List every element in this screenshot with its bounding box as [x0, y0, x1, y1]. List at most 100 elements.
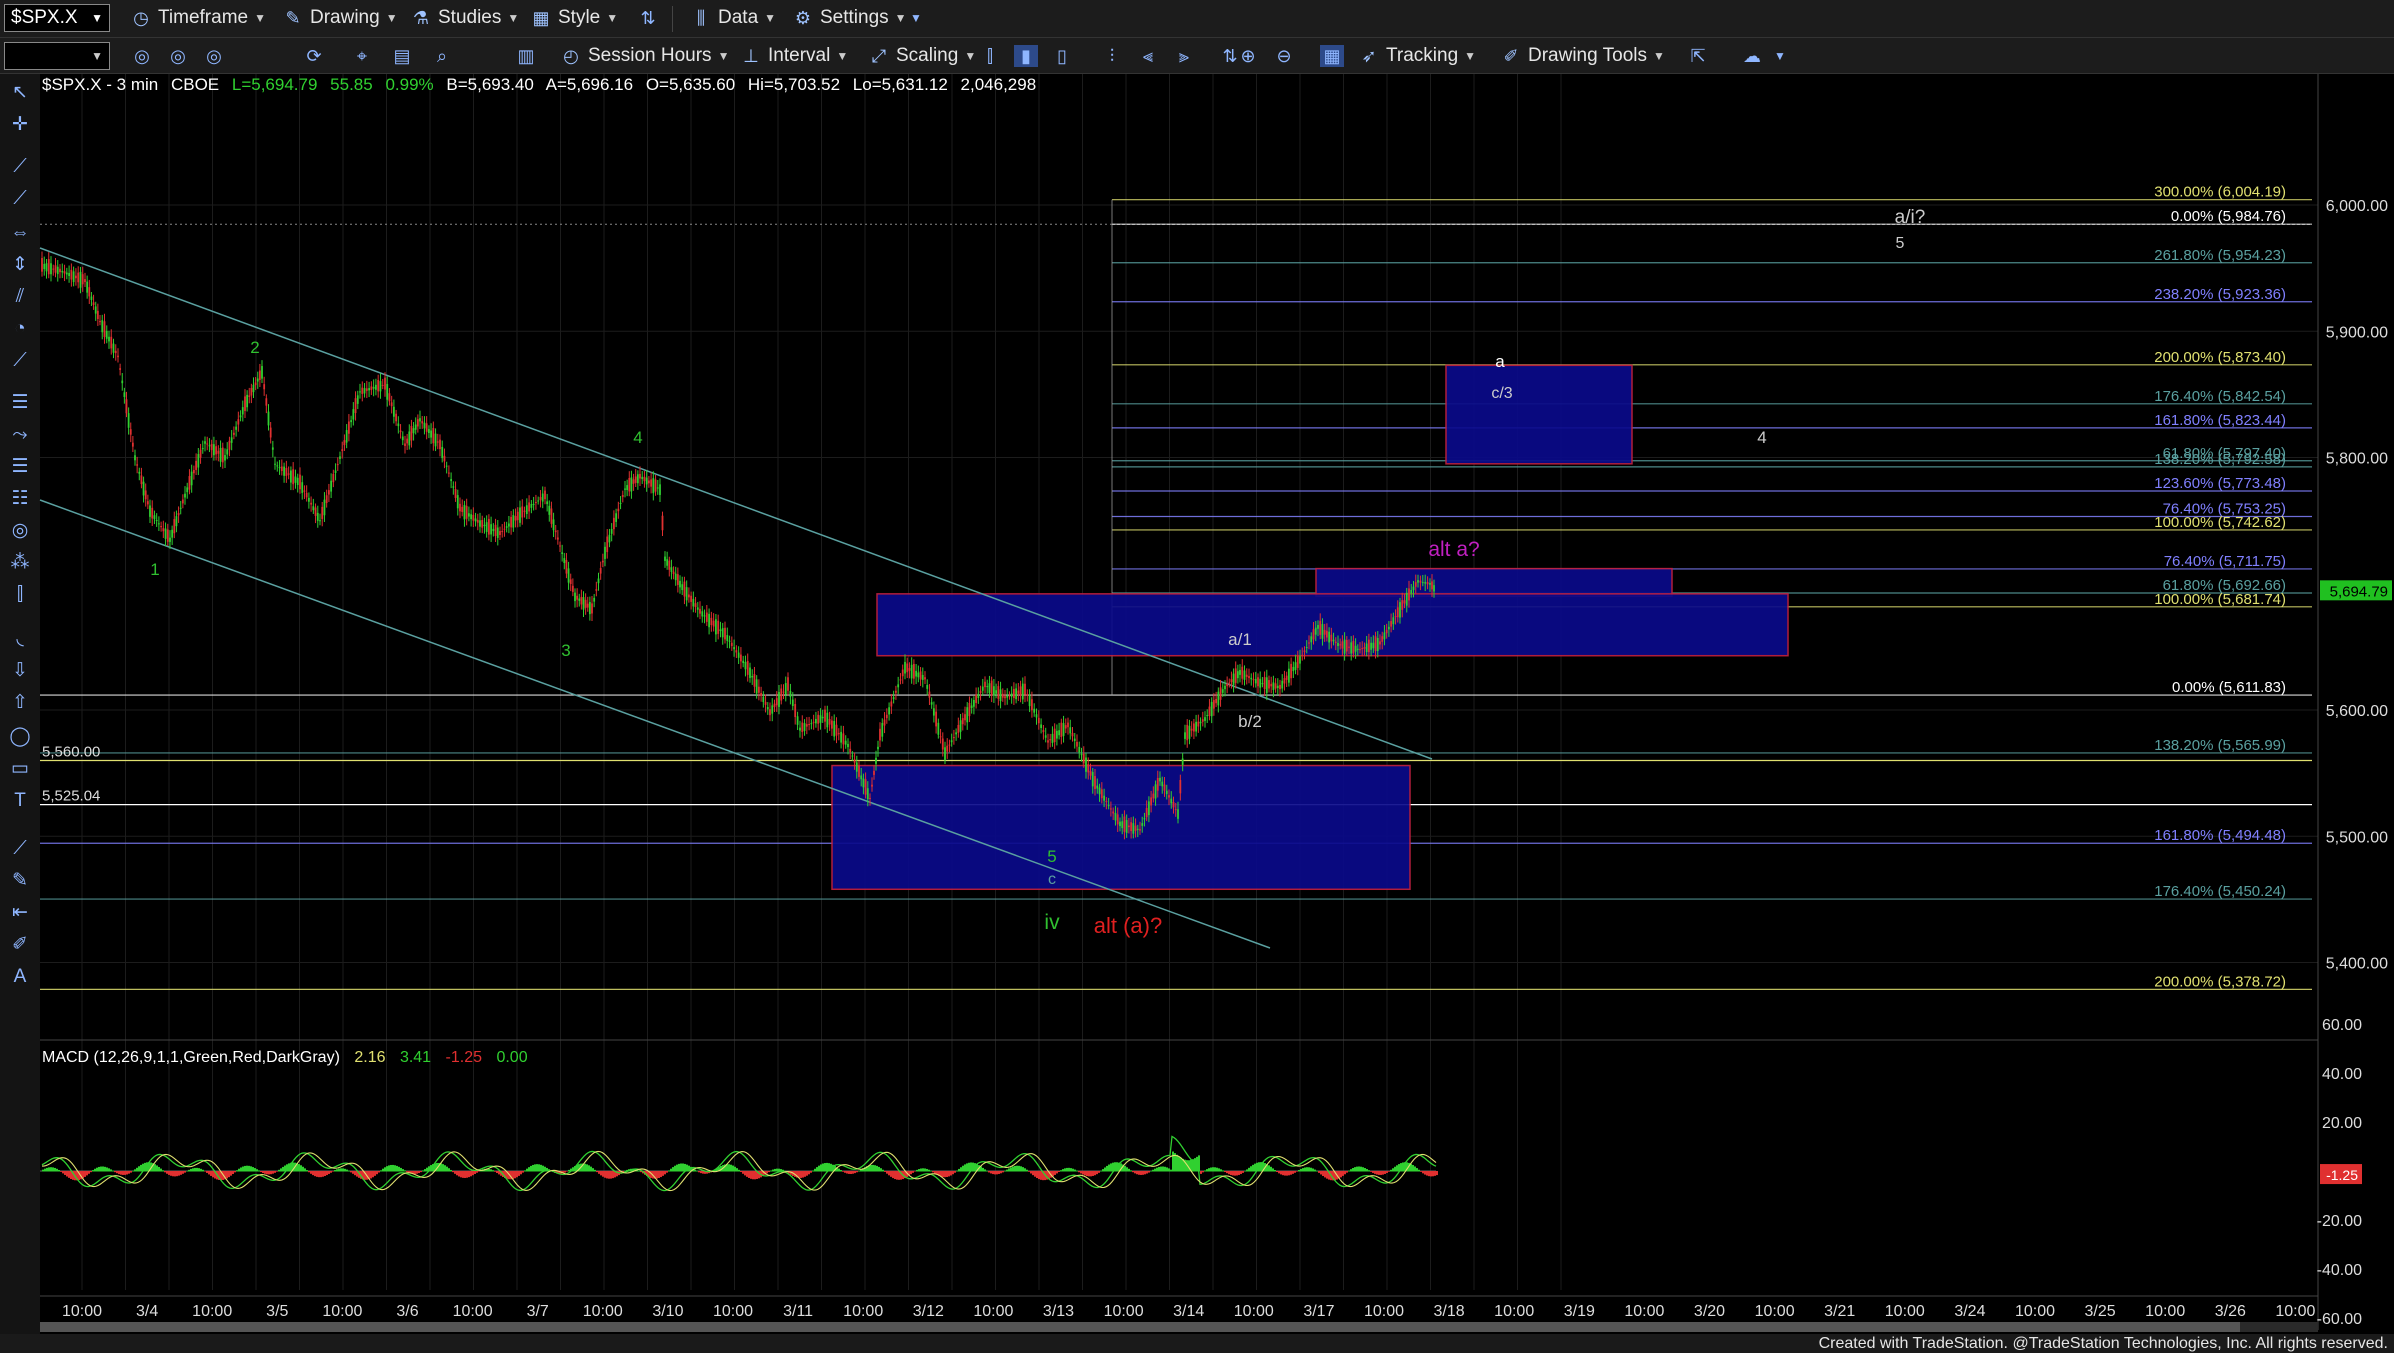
price-candle: [1412, 586, 1415, 591]
macd-histogram-bar: [800, 1171, 802, 1178]
macd-histogram-bar: [344, 1168, 346, 1172]
price-candle: [1250, 677, 1253, 680]
time-tick-label: 10:00: [1364, 1303, 1404, 1320]
price-candle: [950, 740, 953, 743]
price-candle: [808, 724, 810, 726]
macd-histogram-bar: [586, 1164, 588, 1172]
price-candle: [988, 683, 991, 693]
price-candle: [801, 722, 804, 733]
price-candle: [571, 585, 574, 592]
macd-histogram-bar: [878, 1166, 880, 1172]
macd-histogram-bar: [1146, 1171, 1148, 1174]
price-candle: [325, 495, 328, 504]
price-candle: [523, 510, 526, 512]
price-candle: [999, 689, 1002, 702]
macd-histogram-bar: [1386, 1171, 1388, 1173]
macd-histogram-bar: [1296, 1171, 1298, 1172]
price-candle: [864, 779, 867, 795]
price-candle: [712, 620, 715, 627]
macd-histogram-bar: [870, 1164, 872, 1172]
price-candle: [336, 464, 339, 466]
price-candle: [1006, 695, 1009, 698]
macd-histogram-bar: [1344, 1171, 1346, 1175]
price-candle: [775, 698, 778, 706]
price-candle: [1199, 721, 1202, 724]
price-candle: [1303, 650, 1306, 652]
price-tick-label: 5,900.00: [2326, 324, 2388, 341]
macd-histogram-bar: [1424, 1171, 1426, 1175]
price-candle: [412, 428, 415, 434]
price-candle: [926, 685, 929, 689]
price-candle: [290, 470, 292, 483]
macd-histogram-bar: [208, 1171, 210, 1175]
macd-histogram-bar: [1322, 1171, 1324, 1177]
macd-histogram-bar: [1314, 1169, 1316, 1172]
macd-histogram-bar: [138, 1166, 140, 1172]
macd-histogram-bar: [1056, 1171, 1058, 1174]
price-candle: [108, 336, 110, 342]
price-candle: [146, 501, 149, 505]
price-candle: [666, 559, 669, 566]
price-candle: [208, 445, 211, 447]
price-chart[interactable]: 1 2 3 4 5 c iv alt (a)? a/1 b/2 alt a? a c/3 4 a/i? 5 3…: [0, 0, 2394, 1353]
price-candle: [72, 271, 75, 283]
macd-histogram-bar: [462, 1171, 464, 1178]
wave-label: 4: [633, 428, 642, 447]
price-candle: [789, 691, 792, 697]
macd-histogram-bar: [320, 1171, 322, 1178]
macd-histogram-bar: [420, 1171, 422, 1173]
price-candle: [359, 391, 361, 393]
price-candle: [968, 702, 971, 717]
price-candle: [1330, 634, 1333, 642]
price-candle: [232, 432, 235, 435]
macd-histogram-bar: [1272, 1168, 1274, 1172]
price-candle: [1040, 724, 1042, 728]
price-axis[interactable]: 6,000.00 5,900.00 5,800.00 5,600.00 5,500.00…: [2317, 74, 2392, 1330]
macd-histogram-bar: [1368, 1170, 1370, 1172]
wave-label: alt (a)?: [1094, 913, 1162, 938]
macd-histogram-bar: [804, 1171, 806, 1177]
macd-histogram-bar: [472, 1171, 474, 1176]
price-candle: [710, 617, 713, 626]
macd-histogram-bar: [604, 1171, 606, 1178]
macd-histogram-bar: [1200, 1171, 1202, 1174]
macd-histogram-bar: [990, 1171, 992, 1174]
wave-label: a: [1495, 352, 1505, 371]
macd-histogram-bar: [882, 1169, 884, 1172]
price-candle: [1067, 722, 1069, 728]
price-candle: [803, 723, 806, 732]
price-candle: [452, 486, 455, 488]
price-candle: [144, 490, 147, 500]
macd-histogram-bar: [1154, 1168, 1156, 1172]
macd-histogram-bar: [338, 1168, 340, 1172]
price-candle: [84, 279, 86, 283]
price-candle: [129, 429, 132, 435]
price-candle: [888, 707, 890, 715]
price-candle: [1089, 770, 1092, 776]
macd-histogram-bar: [1298, 1169, 1300, 1172]
macd-histogram-bar: [278, 1169, 280, 1172]
macd-histogram-bar: [838, 1168, 840, 1172]
price-candle: [939, 736, 942, 738]
macd-histogram-bar: [700, 1171, 702, 1174]
macd-histogram-bar: [1212, 1167, 1214, 1172]
macd-histogram-bar: [666, 1171, 668, 1173]
price-candle: [1010, 693, 1013, 697]
price-candle: [1414, 582, 1417, 587]
macd-histogram-bar: [608, 1171, 610, 1179]
macd-histogram-bar: [1148, 1171, 1150, 1173]
price-candle: [1103, 795, 1105, 801]
macd-histogram-bar: [264, 1171, 266, 1174]
price-candle: [1396, 607, 1399, 618]
price-candle: [195, 460, 198, 470]
macd-histogram-bar: [198, 1168, 200, 1172]
macd-histogram-bar: [444, 1165, 446, 1172]
price-candle: [474, 518, 477, 522]
price-candle: [1236, 671, 1239, 679]
macd-histogram-bar: [872, 1164, 874, 1172]
header-change-pct: 0.99%: [385, 75, 433, 94]
macd-histogram-bar: [1312, 1168, 1314, 1172]
macd-histogram-bar: [1366, 1169, 1368, 1172]
macd-histogram-bar: [464, 1171, 466, 1178]
macd-histogram-bar: [958, 1168, 960, 1172]
